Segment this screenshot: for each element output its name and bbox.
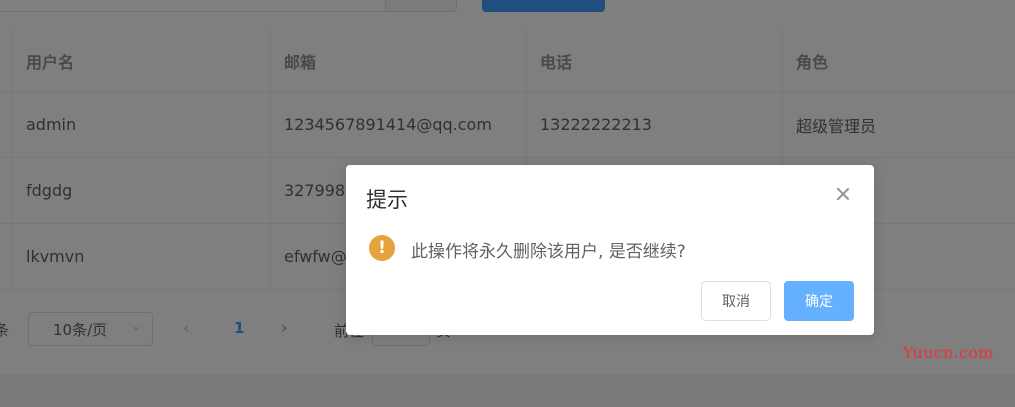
dialog-message: 此操作将永久删除该用户, 是否继续? (411, 242, 686, 262)
confirm-dialog: 提示 ! 此操作将永久删除该用户, 是否继续? 取消 确定 (346, 165, 874, 335)
close-icon[interactable] (832, 183, 854, 205)
cancel-button[interactable]: 取消 (701, 281, 771, 321)
dialog-title: 提示 (366, 188, 408, 212)
watermark: Yuucn.com (903, 343, 994, 362)
confirm-button[interactable]: 确定 (784, 281, 854, 321)
warning-icon: ! (369, 235, 395, 261)
